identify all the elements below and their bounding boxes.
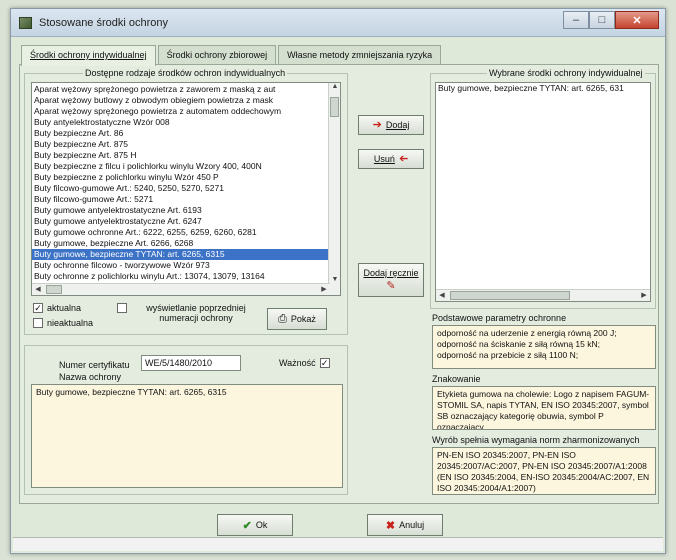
available-list-item[interactable]: Buty gumowe ochronne Art.: 6222, 6255, 6… [32,227,329,238]
close-button[interactable]: ✕ [615,11,659,29]
printer-icon: ⎙ [278,312,287,325]
available-hscrollbar[interactable]: ◀ ▶ [32,283,330,295]
cancel-button-label: Anuluj [399,520,425,530]
available-listbox[interactable]: Aparat wężowy sprężonego powietrza z zaw… [31,82,341,296]
available-list-item[interactable]: Buty gumowe antyelektrostatyczne Art. 61… [32,205,329,216]
scroll-right-icon[interactable]: ▶ [638,291,650,299]
available-list-item[interactable]: Aparat wężowy sprężonego powietrza z aut… [32,106,329,117]
certificate-group: Numer certyfikatu WE/5/1480/2010 ✓ Ważno… [24,345,348,495]
certificate-number-label: Numer certyfikatu [59,360,130,370]
params-line: odporność na przebicie z siłą 1100 N; [437,350,579,360]
params-title: Podstawowe parametry ochronne [432,313,567,323]
dialog-window: Stosowane środki ochrony – □ ✕ Środki oc… [10,8,666,554]
ok-button-label: Ok [255,520,268,530]
marking-title: Znakowanie [432,374,481,384]
validity-label: Ważność [279,358,316,368]
obsolete-label: nieaktualna [47,318,94,328]
scroll-up-icon[interactable]: ▲ [329,83,340,90]
pencil-icon: ✎ [386,280,396,292]
add-manually-button[interactable]: Dodaj ręcznie ✎ [358,263,424,297]
tab-individual[interactable]: Środki ochrony indywidualnej [21,45,156,66]
previous-numbering-label: wyświetlanie poprzedniej numeracji ochro… [146,303,246,323]
available-list-item[interactable]: Buty ochronne z polichlorku winylu Art.:… [32,271,329,282]
chosen-group: Wybrane środki ochrony indywidualnej But… [430,68,656,309]
arrow-left-icon: ➔ [372,118,382,131]
minimize-button[interactable]: – [563,11,589,29]
protection-name-label: Nazwa ochrony [59,372,122,382]
cancel-button[interactable]: ✖ Anuluj [367,514,443,536]
chosen-hscrollbar[interactable]: ◀ ▶ [436,289,650,301]
show-button-label: Pokaż [290,314,316,324]
available-items: Aparat wężowy sprężonego powietrza z zaw… [32,84,329,282]
tab-panel: Dostępne rodzaje środków ochron indywidu… [19,64,659,504]
checkmark-icon: ✔ [242,519,252,532]
chosen-listbox[interactable]: Buty gumowe, bezpieczne TYTAN: art. 6265… [435,82,651,302]
maximize-button[interactable]: □ [589,11,615,29]
available-vscrollbar[interactable]: ▲ ▼ [328,83,340,295]
available-list-item[interactable]: Buty gumowe, bezpieczne Art. 6266, 6268 [32,238,329,249]
previous-checkbox-box[interactable] [117,303,127,313]
available-list-item[interactable]: Buty gumowe antyelektrostatyczne Art. 62… [32,216,329,227]
previous-numbering-checkbox[interactable]: wyświetlanie poprzedniej numeracji ochro… [117,303,261,323]
available-list-item[interactable]: Buty bezpieczne z filcu i polichlorku wi… [32,161,329,172]
remove-button[interactable]: Usuń ➔ [358,149,424,169]
add-button[interactable]: ➔ Dodaj [358,115,424,135]
obsolete-checkbox[interactable]: nieaktualna [33,318,93,328]
status-bar [13,537,663,551]
remove-button-label: Usuń [373,154,395,164]
tab-own-methods[interactable]: Własne metody zmniejszania ryzyka [278,45,442,65]
arrow-left-icon: ➔ [398,152,409,165]
chosen-title: Wybrane środki ochrony indywidualnej [487,68,645,78]
params-line: odporność na ściskanie z siłą równą 15 k… [437,339,600,349]
available-list-item[interactable]: Aparat wężowy sprężonego powietrza z zaw… [32,84,329,95]
x-icon: ✖ [385,519,396,532]
available-list-item[interactable]: Buty bezpieczne Art. 875 H [32,150,329,161]
available-list-item[interactable]: Buty bezpieczne Art. 875 [32,139,329,150]
marking-field[interactable]: Etykieta gumowa na cholewie: Logo z napi… [432,386,656,430]
available-list-item[interactable]: Buty bezpieczne z polichlorku winylu Wzó… [32,172,329,183]
app-icon [19,17,32,29]
available-list-item[interactable]: Buty bezpieczne Art. 86 [32,128,329,139]
available-list-item[interactable]: Buty gumowe, bezpieczne TYTAN: art. 6265… [32,249,329,260]
chosen-hscroll-thumb[interactable] [450,291,570,300]
caption-buttons: – □ ✕ [563,11,659,29]
scroll-left-icon[interactable]: ◀ [436,291,448,299]
chosen-list-item[interactable]: Buty gumowe, bezpieczne TYTAN: art. 6265… [436,83,650,94]
tab-collective[interactable]: Środki ochrony zbiorowej [157,45,277,65]
tab-bar: Środki ochrony indywidualnej Środki ochr… [21,45,443,66]
current-checkbox[interactable]: ✓ aktualna [33,303,81,313]
available-list-item[interactable]: Buty filcowo-gumowe Art.: 5271 [32,194,329,205]
add-manually-label: Dodaj ręcznie [363,268,419,278]
params-field[interactable]: odporność na uderzenie z energią równą 2… [432,325,656,369]
hscroll-thumb[interactable] [46,285,62,294]
window-title: Stosowane środki ochrony [39,17,169,29]
available-list-item[interactable]: Buty antyelektrostatyczne Wzór 008 [32,117,329,128]
show-button[interactable]: ⎙ Pokaż [267,308,327,330]
current-checkbox-box[interactable]: ✓ [33,303,43,313]
protection-name-field[interactable]: Buty gumowe, bezpieczne TYTAN: art. 6265… [31,384,343,488]
validity-checkbox[interactable]: ✓ Ważność [279,358,330,368]
scroll-left-icon[interactable]: ◀ [32,285,44,293]
vscroll-thumb[interactable] [330,97,339,117]
available-list-item[interactable]: Buty ochronne filcowo - tworzywowe Wzór … [32,260,329,271]
add-button-label: Dodaj [385,120,410,130]
available-group: Dostępne rodzaje środków ochron indywidu… [24,68,348,335]
scroll-right-icon[interactable]: ▶ [318,285,330,293]
standards-title: Wyrób spełnia wymagania norm zharmonizow… [432,435,640,445]
obsolete-checkbox-box[interactable] [33,318,43,328]
title-bar: Stosowane środki ochrony – □ ✕ [11,9,665,37]
standards-field[interactable]: PN-EN ISO 20345:2007, PN-EN ISO 20345:20… [432,447,656,495]
ok-button[interactable]: ✔ Ok [217,514,293,536]
available-list-item[interactable]: Buty filcowo-gumowe Art.: 5240, 5250, 52… [32,183,329,194]
available-list-item[interactable]: Aparat wężowy butlowy z obwodym obiegiem… [32,95,329,106]
validity-checkbox-box[interactable]: ✓ [319,358,330,368]
certificate-number-field[interactable]: WE/5/1480/2010 [141,355,241,371]
params-line: odporność na uderzenie z energią równą 2… [437,328,617,338]
scroll-down-icon[interactable]: ▼ [329,276,340,283]
current-label: aktualna [47,303,82,313]
available-title: Dostępne rodzaje środków ochron indywidu… [83,68,288,78]
